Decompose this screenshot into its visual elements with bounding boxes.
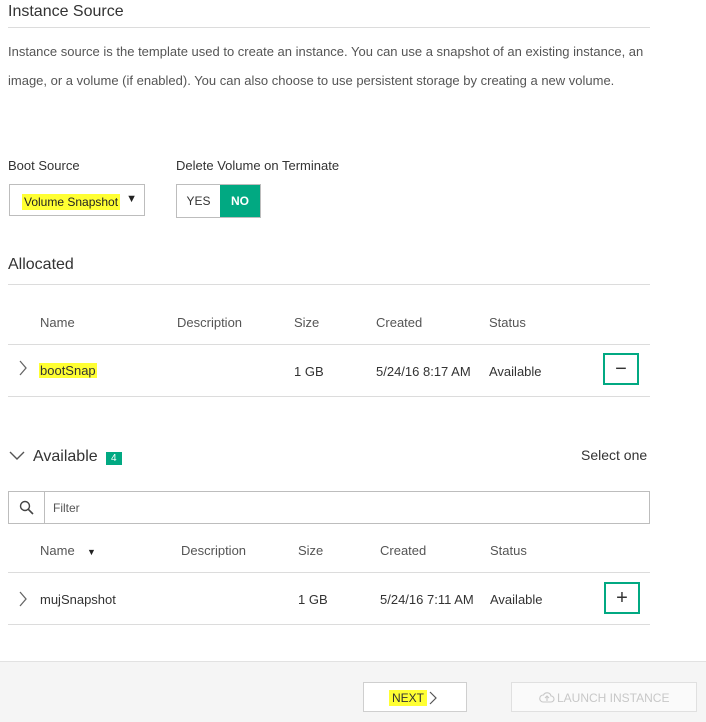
available-col-created: Created	[380, 543, 427, 558]
filter-input[interactable]: Filter	[8, 491, 650, 524]
available-title: Available	[33, 448, 98, 465]
boot-source-value: Volume Snapshot	[22, 194, 121, 210]
plus-icon: +	[616, 587, 628, 609]
allocated-row-created: 5/24/16 8:17 AM	[376, 364, 471, 379]
available-col-size: Size	[298, 543, 324, 558]
chevron-right-icon[interactable]	[18, 590, 28, 613]
minus-icon: −	[615, 358, 627, 380]
toggle-no-button[interactable]: NO	[220, 185, 260, 217]
filter-icon-cell	[9, 492, 45, 523]
section-divider	[8, 27, 650, 28]
caret-down-icon: ▼	[126, 193, 137, 205]
launch-instance-label: LAUNCH INSTANCE	[557, 691, 670, 705]
available-col-name[interactable]: Name	[40, 543, 75, 558]
cloud-upload-icon	[539, 691, 555, 706]
delete-volume-label: Delete Volume on Terminate	[176, 158, 340, 173]
boot-source-label: Boot Source	[8, 158, 80, 173]
table-row: bootSnap 1 GB 5/24/16 8:17 AM Available …	[8, 345, 650, 396]
search-icon	[19, 500, 34, 520]
section-description: Instance source is the template used to …	[8, 44, 644, 88]
allocated-col-size: Size	[294, 315, 320, 330]
available-row-size: 1 GB	[298, 592, 328, 607]
select-one-hint: Select one	[581, 447, 648, 463]
sort-desc-icon[interactable]: ▼	[87, 547, 96, 557]
available-row-status: Available	[490, 592, 543, 607]
allocated-row-name: bootSnap	[39, 363, 97, 378]
available-count-badge: 4	[106, 452, 122, 465]
remove-button[interactable]: −	[603, 353, 639, 385]
allocated-divider	[8, 284, 650, 285]
boot-source-select[interactable]: Volume Snapshot ▼	[9, 184, 145, 216]
allocated-row-divider	[8, 396, 650, 397]
allocated-row-size: 1 GB	[294, 364, 324, 379]
available-col-status: Status	[490, 543, 527, 558]
allocated-col-description: Description	[177, 315, 243, 330]
allocated-col-created: Created	[376, 315, 423, 330]
allocated-col-name: Name	[40, 315, 75, 330]
available-row-created: 5/24/16 7:11 AM	[380, 592, 474, 607]
toggle-yes-button[interactable]: YES	[177, 185, 220, 217]
chevron-right-icon	[429, 691, 437, 708]
filter-placeholder: Filter	[53, 501, 80, 515]
available-row-divider	[8, 624, 650, 625]
allocated-row-status: Available	[489, 364, 542, 379]
next-label: NEXT	[389, 690, 428, 706]
chevron-right-icon[interactable]	[18, 359, 28, 382]
available-row-name: mujSnapshot	[40, 592, 116, 607]
add-button[interactable]: +	[604, 582, 640, 614]
section-title: Instance Source	[8, 3, 124, 20]
allocated-title: Allocated	[8, 256, 74, 273]
delete-volume-toggle: YES NO	[176, 184, 261, 218]
chevron-down-icon[interactable]	[8, 449, 26, 467]
available-col-description: Description	[181, 543, 247, 558]
allocated-col-status: Status	[489, 315, 526, 330]
next-button[interactable]: NEXT	[363, 682, 467, 712]
table-row: mujSnapshot 1 GB 5/24/16 7:11 AM Availab…	[8, 573, 650, 624]
launch-instance-button[interactable]: LAUNCH INSTANCE	[511, 682, 697, 712]
